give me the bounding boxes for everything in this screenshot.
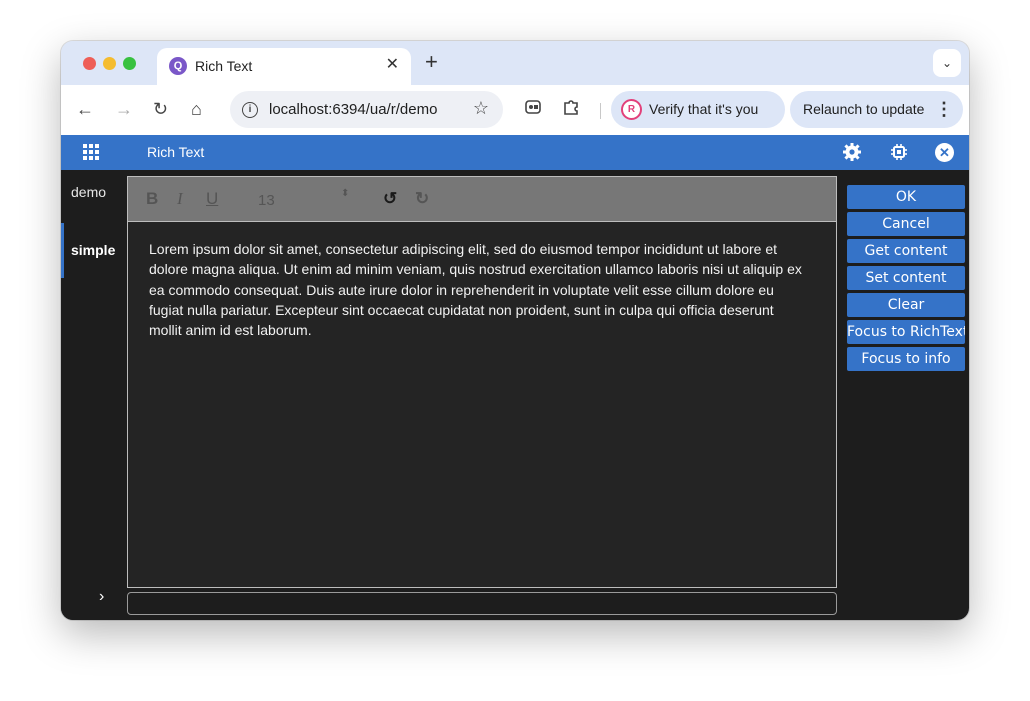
profile-avatar-icon: R bbox=[621, 99, 642, 120]
home-button[interactable]: ⌂ bbox=[191, 98, 202, 120]
sidebar-item-simple[interactable]: simple bbox=[61, 223, 123, 278]
apps-grid-icon[interactable] bbox=[83, 144, 99, 160]
forward-button[interactable]: → bbox=[115, 98, 133, 120]
sidebar-item-demo[interactable]: demo bbox=[61, 170, 123, 215]
sidebar: demo simple › bbox=[61, 170, 123, 620]
clear-button[interactable]: Clear bbox=[847, 293, 965, 317]
page-title: Rich Text bbox=[147, 144, 205, 160]
set-content-button[interactable]: Set content bbox=[847, 266, 965, 290]
relaunch-label: Relaunch to update bbox=[803, 101, 925, 117]
close-app-icon[interactable]: ✕ bbox=[935, 143, 954, 162]
bold-button[interactable]: B bbox=[146, 189, 158, 209]
redo-button[interactable]: ↻ bbox=[415, 189, 429, 209]
chip-icon[interactable] bbox=[889, 142, 909, 162]
relaunch-button[interactable]: Relaunch to update ⋮ bbox=[790, 91, 963, 128]
gear-icon[interactable] bbox=[842, 142, 862, 162]
font-size-select[interactable]: 13 bbox=[258, 192, 275, 209]
window-maximize-button[interactable] bbox=[123, 57, 136, 70]
rich-text-editor[interactable]: B I U 13 ⬍ ↺ ↻ Lorem ipsum dolor sit ame… bbox=[127, 176, 837, 588]
underline-button[interactable]: U bbox=[206, 189, 218, 209]
focus-info-button[interactable]: Focus to info bbox=[847, 347, 965, 371]
editor-toolbar: B I U 13 ⬍ ↺ ↻ bbox=[128, 177, 836, 222]
tab-strip: Q Rich Text ✕ + ⌄ bbox=[61, 41, 969, 85]
tab-title: Rich Text bbox=[195, 58, 253, 74]
bookmark-star-icon[interactable]: ☆ bbox=[473, 98, 489, 119]
browser-window: Q Rich Text ✕ + ⌄ ← → ↻ ⌂ i localhost:63… bbox=[61, 41, 969, 620]
ok-button[interactable]: OK bbox=[847, 185, 965, 209]
app-header: Rich Text ✕ bbox=[61, 135, 969, 170]
new-tab-button[interactable]: + bbox=[425, 50, 438, 74]
editor-content[interactable]: Lorem ipsum dolor sit amet, consectetur … bbox=[149, 239, 809, 340]
address-text[interactable]: localhost:6394/ua/r/demo bbox=[269, 101, 437, 118]
italic-button[interactable]: I bbox=[177, 189, 183, 209]
info-field[interactable] bbox=[127, 592, 837, 615]
undo-button[interactable]: ↺ bbox=[383, 189, 397, 209]
chevron-right-icon[interactable]: › bbox=[99, 588, 104, 606]
chevron-down-icon[interactable]: ⌄ bbox=[933, 49, 961, 77]
toolbar-divider bbox=[600, 103, 601, 119]
kebab-menu-icon[interactable]: ⋮ bbox=[935, 91, 953, 128]
reload-button[interactable]: ↻ bbox=[153, 98, 168, 120]
puzzle-icon[interactable] bbox=[562, 98, 580, 122]
tab-rich-text[interactable]: Q Rich Text ✕ bbox=[157, 48, 411, 85]
window-minimize-button[interactable] bbox=[103, 57, 116, 70]
address-bar[interactable]: i localhost:6394/ua/r/demo ☆ bbox=[230, 91, 503, 128]
updown-arrows-icon[interactable]: ⬍ bbox=[341, 189, 349, 199]
verify-label: Verify that it's you bbox=[649, 101, 759, 117]
action-buttons: OK Cancel Get content Set content Clear … bbox=[847, 185, 965, 374]
window-close-button[interactable] bbox=[83, 57, 96, 70]
extension-icon[interactable] bbox=[524, 98, 542, 122]
app-favicon-icon: Q bbox=[169, 57, 187, 75]
back-button[interactable]: ← bbox=[76, 98, 94, 120]
get-content-button[interactable]: Get content bbox=[847, 239, 965, 263]
verify-identity-button[interactable]: R Verify that it's you bbox=[611, 91, 785, 128]
browser-toolbar: ← → ↻ ⌂ i localhost:6394/ua/r/demo ☆ R V… bbox=[61, 85, 969, 135]
close-icon[interactable]: ✕ bbox=[386, 56, 399, 74]
cancel-button[interactable]: Cancel bbox=[847, 212, 965, 236]
focus-richtext-button[interactable]: Focus to RichText bbox=[847, 320, 965, 344]
app-container: Rich Text ✕ demo simple › B I U 13 ⬍ ↺ ↻ bbox=[61, 135, 969, 620]
site-info-icon[interactable]: i bbox=[242, 102, 258, 118]
